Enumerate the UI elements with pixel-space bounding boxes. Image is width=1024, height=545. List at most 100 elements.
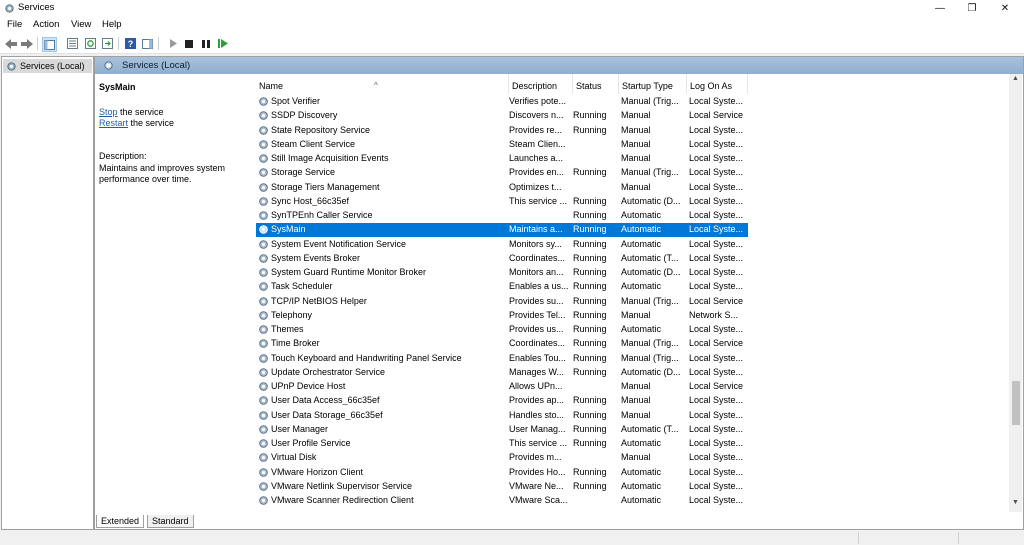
table-row[interactable]: VMware Netlink Supervisor Service VMware … <box>256 480 748 494</box>
service-gear-icon <box>259 481 268 491</box>
table-row[interactable]: Time Broker Coordinates... Running Manual (… <box>256 337 748 351</box>
service-description: Provides ap... <box>509 395 565 406</box>
table-row[interactable]: User Data Storage_66c35ef Handles sto... R… <box>256 409 748 423</box>
column-header-log-on-as[interactable]: Log On As <box>687 74 748 94</box>
restore-button[interactable]: ❐ <box>956 0 988 17</box>
tab-standard[interactable]: Standard <box>147 515 194 528</box>
service-description: Handles sto... <box>509 409 565 420</box>
table-row[interactable]: UPnP Device Host Allows UPn... Manual Local… <box>256 380 748 394</box>
service-log-on-as: Local Syste... <box>689 409 744 420</box>
table-row[interactable]: Sync Host_66c35ef This service ... Running… <box>256 195 748 209</box>
tab-extended[interactable]: Extended <box>96 515 145 528</box>
table-row[interactable]: System Events Broker Coordinates... Runnin… <box>256 252 748 266</box>
service-startup-type: Manual <box>621 452 651 463</box>
close-button[interactable]: ✕ <box>989 0 1021 17</box>
service-startup-type: Manual (Trig... <box>621 338 679 349</box>
table-row[interactable]: VMware Scanner Redirection Client VMware … <box>256 494 748 508</box>
service-startup-type: Manual (Trig... <box>621 352 679 363</box>
menu-view[interactable]: View <box>71 19 91 30</box>
table-row[interactable]: Touch Keyboard and Handwriting Panel Ser… <box>256 352 748 366</box>
status-bar <box>0 530 1024 545</box>
table-row[interactable]: Storage Service Provides en... Running Manu… <box>256 166 748 180</box>
service-gear-icon <box>259 154 268 163</box>
service-status: Running <box>573 352 607 363</box>
table-row[interactable]: SSDP Discovery Discovers n... Running Manua… <box>256 109 748 123</box>
service-description: This service ... <box>509 438 568 448</box>
minimize-button[interactable]: — <box>924 0 956 17</box>
export-list-icon[interactable] <box>101 37 114 50</box>
pause-service-icon[interactable] <box>199 37 212 50</box>
properties-icon[interactable] <box>66 37 79 50</box>
menu-help[interactable]: Help <box>102 19 122 30</box>
column-header-name[interactable]: Name ^ <box>256 74 509 94</box>
service-name: Time Broker <box>271 338 320 349</box>
service-status: Running <box>573 124 607 135</box>
service-description: VMware Sca... <box>509 495 568 505</box>
tree-item-services-local[interactable]: Services (Local) <box>3 59 92 73</box>
menu-action[interactable]: Action <box>33 19 59 30</box>
services-pane: Services (Local) SysMain Stop the servic… <box>94 56 1024 530</box>
service-startup-type: Manual <box>621 409 651 420</box>
service-log-on-as: Local Syste... <box>689 238 744 249</box>
table-row[interactable]: Task Scheduler Enables a us... Running Auto… <box>256 280 748 294</box>
service-startup-type: Manual (Trig... <box>621 167 679 178</box>
service-status: Running <box>573 395 607 406</box>
back-icon[interactable] <box>4 37 17 50</box>
column-header-startup-type[interactable]: Startup Type <box>619 74 687 94</box>
table-row[interactable]: Themes Provides us... Running Automatic Loca… <box>256 323 748 337</box>
service-gear-icon <box>259 253 268 263</box>
table-row[interactable]: Storage Tiers Management Optimizes t... Ma… <box>256 181 748 195</box>
help-icon[interactable]: ? <box>124 37 137 50</box>
table-row[interactable]: Spot Verifier Verifies pote... Manual (Tri… <box>256 95 748 109</box>
scrollbar-thumb[interactable] <box>1012 381 1020 425</box>
service-description: Provides Ho... <box>509 466 566 477</box>
scroll-up-icon[interactable]: ▲ <box>1009 75 1022 87</box>
service-startup-type: Automatic <box>621 324 662 334</box>
table-row[interactable]: User Profile Service This service ... Runn… <box>256 437 748 451</box>
show-console-tree-icon[interactable] <box>42 37 57 52</box>
service-gear-icon <box>259 196 268 206</box>
table-row[interactable]: User Data Access_66c35ef Provides ap... Ru… <box>256 394 748 408</box>
table-row[interactable]: User Manager User Manag... Running Automati… <box>256 423 748 437</box>
table-row[interactable]: SynTPEnh Caller Service Running Automatic L… <box>256 209 748 223</box>
service-description: Steam Clien... <box>509 138 566 149</box>
service-status: Running <box>573 409 607 420</box>
table-row[interactable]: State Repository Service Provides re... Ru… <box>256 124 748 138</box>
table-row[interactable]: Virtual Disk Provides m... Manual Local Sys… <box>256 451 748 465</box>
service-status: Running <box>573 281 607 292</box>
refresh-icon[interactable] <box>84 37 97 50</box>
restart-service-icon[interactable] <box>216 37 229 50</box>
menu-file[interactable]: File <box>7 19 22 30</box>
table-row[interactable]: Steam Client Service Steam Clien... Manual… <box>256 138 748 152</box>
restart-service-link[interactable]: Restart <box>99 118 128 128</box>
column-header-status[interactable]: Status <box>573 74 619 94</box>
table-row[interactable]: Update Orchestrator Service Manages W... R… <box>256 366 748 380</box>
service-name: Steam Client Service <box>271 138 356 149</box>
scroll-down-icon[interactable]: ▼ <box>1009 499 1022 511</box>
service-description: This service ... <box>509 195 568 206</box>
column-header-startup-type-label: Startup Type <box>622 81 673 91</box>
start-service-icon[interactable] <box>166 37 179 50</box>
show-action-pane-icon[interactable] <box>141 37 154 50</box>
service-log-on-as: Local Syste... <box>689 495 744 505</box>
table-row[interactable]: System Guard Runtime Monitor Broker Monit… <box>256 266 748 280</box>
forward-icon[interactable] <box>20 37 33 50</box>
services-list: Name ^ Description Status Startup Type L… <box>256 74 1010 512</box>
service-name: Storage Service <box>271 167 336 178</box>
service-status: Running <box>573 195 607 206</box>
service-name: System Events Broker <box>271 252 361 263</box>
table-row[interactable]: VMware Horizon Client Provides Ho... Runni… <box>256 466 748 480</box>
table-row-selected[interactable]: SysMain Maintains a... Running Automatic Loc… <box>256 223 748 238</box>
vertical-scrollbar[interactable]: ▲ ▼ <box>1009 74 1022 512</box>
service-startup-type: Automatic <box>621 281 662 292</box>
stop-service-icon[interactable] <box>182 37 195 50</box>
table-row[interactable]: Still Image Acquisition Events Launches a… <box>256 152 748 166</box>
service-description: Provides en... <box>509 167 565 178</box>
column-header-description[interactable]: Description <box>509 74 573 94</box>
table-row[interactable]: Telephony Provides Tel... Running Manual Net… <box>256 309 748 323</box>
table-row[interactable]: System Event Notification Service Monitor… <box>256 238 748 252</box>
table-row[interactable]: TCP/IP NetBIOS Helper Provides su... Runni… <box>256 295 748 309</box>
stop-service-link[interactable]: Stop <box>99 107 118 117</box>
service-description: Maintains a... <box>509 224 563 235</box>
service-gear-icon <box>259 310 268 320</box>
